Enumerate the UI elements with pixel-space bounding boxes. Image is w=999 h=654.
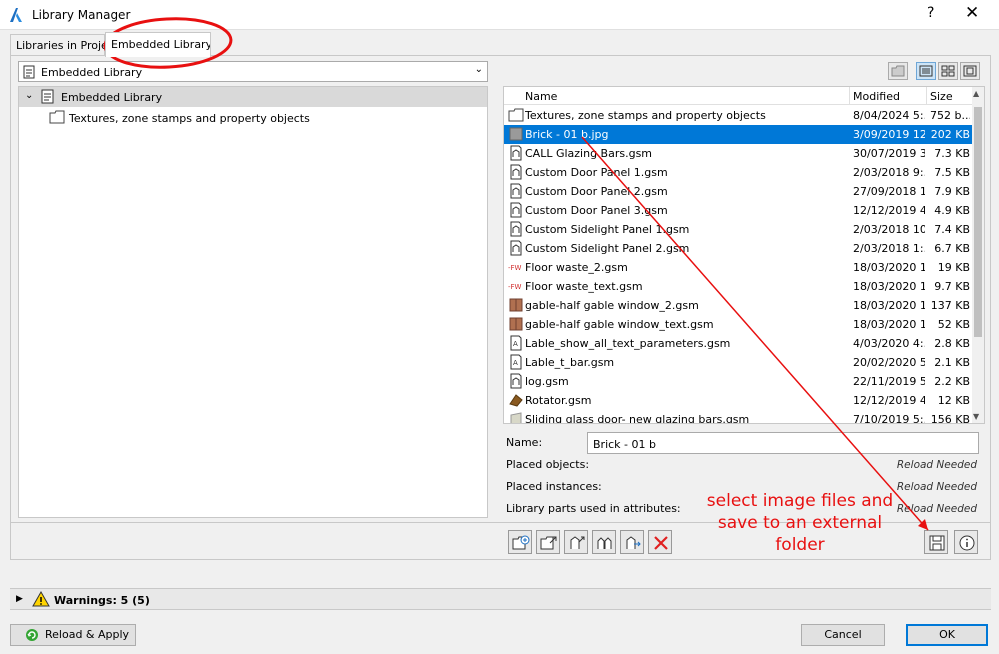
tab-embedded-library[interactable]: Embedded Library — [105, 32, 211, 57]
tab-label: Embedded Library — [111, 38, 211, 51]
annotation-arrow-line — [581, 136, 929, 531]
annotation-text: select image files and save to an extern… — [706, 491, 894, 555]
